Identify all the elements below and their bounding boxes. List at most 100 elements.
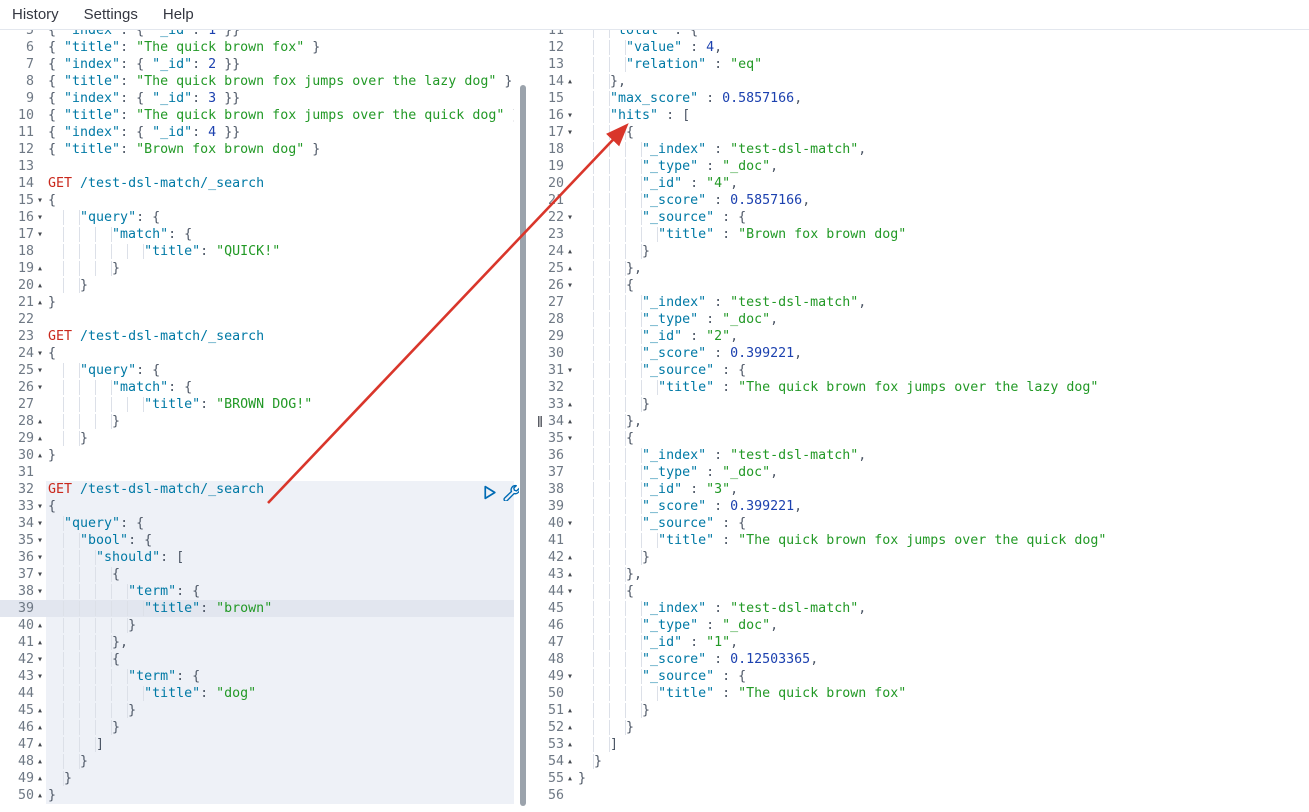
fold-toggle-icon[interactable]: ▾: [34, 362, 46, 379]
code-line[interactable]: 51▴ }: [542, 702, 1309, 719]
code-line[interactable]: 14GET /test-dsl-match/_search: [0, 175, 514, 192]
fold-toggle-icon[interactable]: ▾: [564, 124, 576, 141]
fold-toggle-icon[interactable]: ▴: [34, 736, 46, 753]
code-line[interactable]: 21▴}: [0, 294, 514, 311]
code-line[interactable]: 43▾ "term": {: [0, 668, 514, 685]
fold-toggle-icon[interactable]: ▾: [34, 549, 46, 566]
fold-toggle-icon[interactable]: ▴: [34, 447, 46, 464]
code-line[interactable]: 42▾ {: [0, 651, 514, 668]
fold-toggle-icon[interactable]: ▾: [34, 583, 46, 600]
code-line[interactable]: 21 "_score" : 0.5857166,: [542, 192, 1309, 209]
fold-toggle-icon[interactable]: ▴: [34, 430, 46, 447]
fold-toggle-icon[interactable]: ▴: [564, 753, 576, 770]
fold-toggle-icon[interactable]: ▴: [34, 770, 46, 787]
code-line[interactable]: 13 "relation" : "eq": [542, 56, 1309, 73]
code-line[interactable]: 47▴ ]: [0, 736, 514, 753]
code-line[interactable]: 12 "value" : 4,: [542, 39, 1309, 56]
fold-toggle-icon[interactable]: ▾: [564, 209, 576, 226]
code-line[interactable]: 48 "_score" : 0.12503365,: [542, 651, 1309, 668]
code-line[interactable]: 10{ "title": "The quick brown fox jumps …: [0, 107, 514, 124]
code-line[interactable]: 5{ "index": { "_id": 1 }}: [0, 30, 514, 39]
fold-toggle-icon[interactable]: ▴: [564, 243, 576, 260]
fold-toggle-icon[interactable]: ▴: [34, 617, 46, 634]
code-line[interactable]: 37 "_type" : "_doc",: [542, 464, 1309, 481]
code-line[interactable]: 12{ "title": "Brown fox brown dog" }: [0, 141, 514, 158]
code-line[interactable]: 44 "title": "dog": [0, 685, 514, 702]
fold-toggle-icon[interactable]: ▾: [34, 192, 46, 209]
code-line[interactable]: 23 "title" : "Brown fox brown dog": [542, 226, 1309, 243]
code-line[interactable]: 28▴ }: [0, 413, 514, 430]
fold-toggle-icon[interactable]: ▴: [34, 634, 46, 651]
wrench-icon[interactable]: [502, 484, 519, 501]
fold-toggle-icon[interactable]: ▾: [564, 430, 576, 447]
code-line[interactable]: 24▾{: [0, 345, 514, 362]
code-line[interactable]: 49▴ }: [0, 770, 514, 787]
code-line[interactable]: 44▾ {: [542, 583, 1309, 600]
left-editor-scrollbar[interactable]: [520, 85, 526, 806]
fold-toggle-icon[interactable]: ▴: [34, 753, 46, 770]
fold-toggle-icon[interactable]: ▴: [564, 770, 576, 787]
code-line[interactable]: 53▴ ]: [542, 736, 1309, 753]
fold-toggle-icon[interactable]: ▴: [34, 294, 46, 311]
code-line[interactable]: 40▾ "_source" : {: [542, 515, 1309, 532]
fold-toggle-icon[interactable]: ▴: [564, 396, 576, 413]
code-line[interactable]: 17▾ {: [542, 124, 1309, 141]
fold-toggle-icon[interactable]: ▾: [564, 107, 576, 124]
code-line[interactable]: 18 "_index" : "test-dsl-match",: [542, 141, 1309, 158]
code-line[interactable]: 36 "_index" : "test-dsl-match",: [542, 447, 1309, 464]
fold-toggle-icon[interactable]: ▾: [34, 566, 46, 583]
code-line[interactable]: 18 "title": "QUICK!": [0, 243, 514, 260]
code-line[interactable]: 56: [542, 787, 1309, 804]
code-line[interactable]: 39 "title": "brown": [0, 600, 514, 617]
code-line[interactable]: 37▾ {: [0, 566, 514, 583]
play-request-icon[interactable]: [481, 484, 498, 501]
code-line[interactable]: 36▾ "should": [: [0, 549, 514, 566]
code-line[interactable]: 34▴ },: [542, 413, 1309, 430]
code-line[interactable]: 41 "title" : "The quick brown fox jumps …: [542, 532, 1309, 549]
code-line[interactable]: 24▴ }: [542, 243, 1309, 260]
code-line[interactable]: 38▾ "term": {: [0, 583, 514, 600]
code-line[interactable]: 23GET /test-dsl-match/_search: [0, 328, 514, 345]
code-line[interactable]: 40▴ }: [0, 617, 514, 634]
code-line[interactable]: 9{ "index": { "_id": 3 }}: [0, 90, 514, 107]
fold-toggle-icon[interactable]: ▴: [34, 787, 46, 804]
code-line[interactable]: 45 "_index" : "test-dsl-match",: [542, 600, 1309, 617]
menu-help[interactable]: Help: [159, 4, 198, 25]
fold-toggle-icon[interactable]: ▾: [34, 379, 46, 396]
fold-toggle-icon[interactable]: ▴: [564, 413, 576, 430]
code-line[interactable]: 35▾ {: [542, 430, 1309, 447]
code-line[interactable]: 25▴ },: [542, 260, 1309, 277]
fold-toggle-icon[interactable]: ▾: [34, 668, 46, 685]
fold-toggle-icon[interactable]: ▴: [34, 702, 46, 719]
code-line[interactable]: 26▾ "match": {: [0, 379, 514, 396]
code-line[interactable]: 50▴}: [0, 787, 514, 804]
code-line[interactable]: 22▾ "_source" : {: [542, 209, 1309, 226]
code-line[interactable]: 32 "title" : "The quick brown fox jumps …: [542, 379, 1309, 396]
request-editor[interactable]: 5{ "index": { "_id": 1 }}6{ "title": "Th…: [0, 30, 514, 812]
code-line[interactable]: 27 "_index" : "test-dsl-match",: [542, 294, 1309, 311]
fold-toggle-icon[interactable]: ▴: [564, 736, 576, 753]
code-line[interactable]: 25▾ "query": {: [0, 362, 514, 379]
code-line[interactable]: 45▴ }: [0, 702, 514, 719]
code-line[interactable]: 20 "_id" : "4",: [542, 175, 1309, 192]
code-line[interactable]: 33▴ }: [542, 396, 1309, 413]
code-line[interactable]: 11{ "index": { "_id": 4 }}: [0, 124, 514, 141]
code-line[interactable]: 16▾ "hits" : [: [542, 107, 1309, 124]
fold-toggle-icon[interactable]: ▾: [34, 226, 46, 243]
code-line[interactable]: 7{ "index": { "_id": 2 }}: [0, 56, 514, 73]
code-line[interactable]: 13: [0, 158, 514, 175]
code-line[interactable]: 26▾ {: [542, 277, 1309, 294]
code-line[interactable]: 14▴ },: [542, 73, 1309, 90]
fold-toggle-icon[interactable]: ▾: [564, 362, 576, 379]
fold-toggle-icon[interactable]: ▾: [564, 515, 576, 532]
code-line[interactable]: 32GET /test-dsl-match/_search: [0, 481, 514, 498]
response-editor[interactable]: 11 "total" : {12 "value" : 4,13 "relatio…: [542, 30, 1309, 812]
fold-toggle-icon[interactable]: ▴: [34, 260, 46, 277]
code-line[interactable]: 34▾ "query": {: [0, 515, 514, 532]
fold-toggle-icon[interactable]: ▾: [34, 515, 46, 532]
code-line[interactable]: 38 "_id" : "3",: [542, 481, 1309, 498]
code-line[interactable]: 54▴ }: [542, 753, 1309, 770]
code-line[interactable]: 22: [0, 311, 514, 328]
fold-toggle-icon[interactable]: ▴: [564, 719, 576, 736]
fold-toggle-icon[interactable]: ▴: [34, 719, 46, 736]
